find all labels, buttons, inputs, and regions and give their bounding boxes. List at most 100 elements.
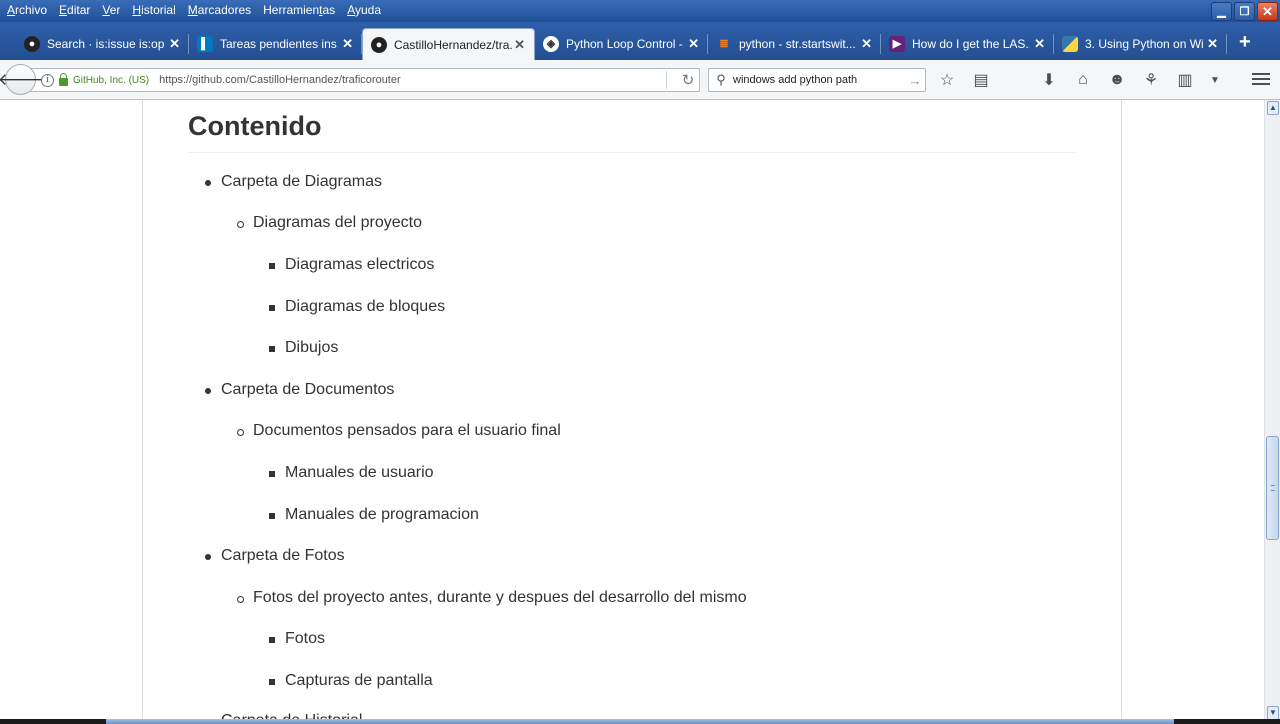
bullet [269, 305, 275, 311]
menu-marcadores[interactable]: Marcadores [182, 0, 257, 22]
menu-editar[interactable]: Editar [53, 0, 96, 22]
list-item: Manuales de usuario [269, 464, 434, 482]
download-icon[interactable]: ⬇ [1032, 70, 1066, 90]
tab-label: CastilloHernandez/tra... [394, 37, 512, 52]
bookmark-star-icon[interactable]: ☆ [930, 70, 964, 90]
bullet [269, 679, 275, 685]
tab-label: How do I get the LAS... [912, 36, 1030, 51]
list-item: Capturas de pantalla [269, 672, 433, 690]
reading-list-icon[interactable]: ▤ [964, 70, 998, 90]
minimize-button[interactable]: ▁ [1211, 2, 1232, 21]
list-item: Fotos del proyecto antes, durante y desp… [237, 589, 747, 607]
list-item: Diagramas electricos [269, 256, 434, 274]
home-icon[interactable]: ⌂ [1066, 71, 1100, 89]
list-item: Fotos [269, 630, 325, 648]
extension-icon[interactable]: ⚘ [1134, 70, 1168, 90]
back-button[interactable]: 🡐 [0, 64, 43, 95]
close-tab-icon[interactable]: ✕ [861, 36, 872, 52]
trello-icon: ▌ [197, 35, 213, 52]
tab-tutorialspoint[interactable]: ◈ Python Loop Control -... ✕ [535, 28, 708, 59]
tab-github-search[interactable]: ● Search · is:issue is:op... ✕ [16, 28, 189, 59]
tab-label: Search · is:issue is:op... [47, 36, 165, 51]
new-tab-button[interactable]: + [1239, 31, 1251, 54]
close-tab-icon[interactable]: ✕ [688, 36, 699, 52]
menu-ayuda[interactable]: Ayuda [341, 0, 387, 22]
bullet [237, 596, 244, 603]
list-item: Carpeta de Fotos [205, 547, 345, 565]
tab-stackoverflow[interactable]: ≣ python - str.startswit... ✕ [708, 28, 881, 59]
menu-herramientas[interactable]: Herramientas [257, 0, 341, 22]
toolbar-icons: ☆ ▤ ⬇ ⌂ ☻ ⚘ ▥ ▼ [930, 68, 1228, 92]
section-heading: Contenido [188, 111, 322, 141]
tab-trello[interactable]: ▌ Tareas pendientes ins... ✕ [189, 28, 362, 59]
site-identity[interactable]: GitHub, Inc. (US) [73, 75, 149, 86]
bullet [269, 346, 275, 352]
clipboard-icon[interactable]: ▥ [1168, 70, 1202, 90]
tab-label: 3. Using Python on Wi... [1085, 36, 1203, 51]
list-item: Carpeta de Diagramas [205, 173, 382, 191]
menu-historial[interactable]: Historial [126, 0, 181, 22]
scroll-down-icon[interactable]: ▼ [1267, 706, 1279, 720]
list-item: Dibujos [269, 339, 338, 357]
search-bar[interactable]: ⚲ windows add python path → [708, 68, 926, 92]
menu-archivo[interactable]: Archivo [0, 0, 53, 22]
bullet [269, 637, 275, 643]
tab-label: Python Loop Control -... [566, 36, 684, 51]
close-tab-icon[interactable]: ✕ [169, 36, 180, 52]
tab-github-repo[interactable]: ● CastilloHernandez/tra... ✕ [362, 28, 535, 60]
bullet [269, 471, 275, 477]
tab-label: python - str.startswit... [739, 36, 856, 51]
taskbar-edge [0, 719, 1280, 724]
python-icon [1062, 35, 1078, 52]
hamburger-menu-icon[interactable] [1252, 70, 1270, 88]
search-icon[interactable]: ⚲ [709, 72, 733, 88]
arrow-right-icon[interactable]: → [905, 73, 925, 88]
bullet [237, 429, 244, 436]
close-tab-icon[interactable]: ✕ [1034, 36, 1045, 52]
vertical-scrollbar[interactable]: ▲ ▼ [1264, 100, 1280, 724]
readme-container: Contenido Carpeta de Diagramas Diagramas… [142, 100, 1122, 724]
lock-icon [59, 73, 68, 86]
tab-visualstudio[interactable]: ▶ How do I get the LAS... ✕ [881, 28, 1054, 59]
list-item: Carpeta de Documentos [205, 381, 394, 399]
scrollbar-thumb[interactable] [1266, 436, 1279, 540]
tutorialspoint-icon: ◈ [543, 35, 559, 52]
bullet [205, 388, 211, 394]
url-text[interactable]: https://github.com/CastilloHernandez/tra… [159, 74, 666, 86]
navigation-bar: i GitHub, Inc. (US) https://github.com/C… [0, 60, 1280, 100]
github-icon: ● [24, 35, 40, 52]
list-item: Documentos pensados para el usuario fina… [237, 422, 561, 440]
visualstudio-icon: ▶ [889, 35, 905, 52]
url-bar[interactable]: i GitHub, Inc. (US) https://github.com/C… [20, 68, 700, 92]
menu-bar: Archivo Editar Ver Historial Marcadores … [0, 0, 1280, 22]
divider [666, 71, 667, 89]
window-controls: ▁ ❐ ✕ [1211, 2, 1278, 21]
bullet [205, 554, 211, 560]
restore-button[interactable]: ❐ [1234, 2, 1255, 21]
list-item: Diagramas de bloques [269, 298, 445, 316]
list-item: Diagramas del proyecto [237, 214, 422, 232]
scroll-up-icon[interactable]: ▲ [1267, 101, 1279, 115]
close-tab-icon[interactable]: ✕ [514, 37, 525, 53]
stackoverflow-icon: ≣ [719, 38, 729, 50]
bullet [205, 180, 211, 186]
bullet [269, 513, 275, 519]
close-tab-icon[interactable]: ✕ [342, 36, 353, 52]
tab-label: Tareas pendientes ins... [220, 36, 338, 51]
tab-bar: ● Search · is:issue is:op... ✕ ▌ Tareas … [0, 22, 1280, 60]
tab-python-docs[interactable]: 3. Using Python on Wi... ✕ [1054, 28, 1227, 59]
github-icon: ● [371, 36, 387, 53]
page-viewport: Contenido Carpeta de Diagramas Diagramas… [0, 100, 1264, 724]
reload-icon[interactable]: ↻ [677, 71, 699, 89]
chevron-down-icon[interactable]: ▼ [1202, 75, 1228, 86]
heading-divider [188, 152, 1077, 153]
bullet [269, 263, 275, 269]
menu-ver[interactable]: Ver [96, 0, 126, 22]
chat-icon[interactable]: ☻ [1100, 71, 1134, 89]
close-tab-icon[interactable]: ✕ [1207, 36, 1218, 52]
close-window-button[interactable]: ✕ [1257, 2, 1278, 21]
arrow-left-icon: 🡐 [0, 69, 44, 89]
list-item: Manuales de programacion [269, 506, 479, 524]
bullet [237, 221, 244, 228]
search-input[interactable]: windows add python path [733, 74, 905, 86]
